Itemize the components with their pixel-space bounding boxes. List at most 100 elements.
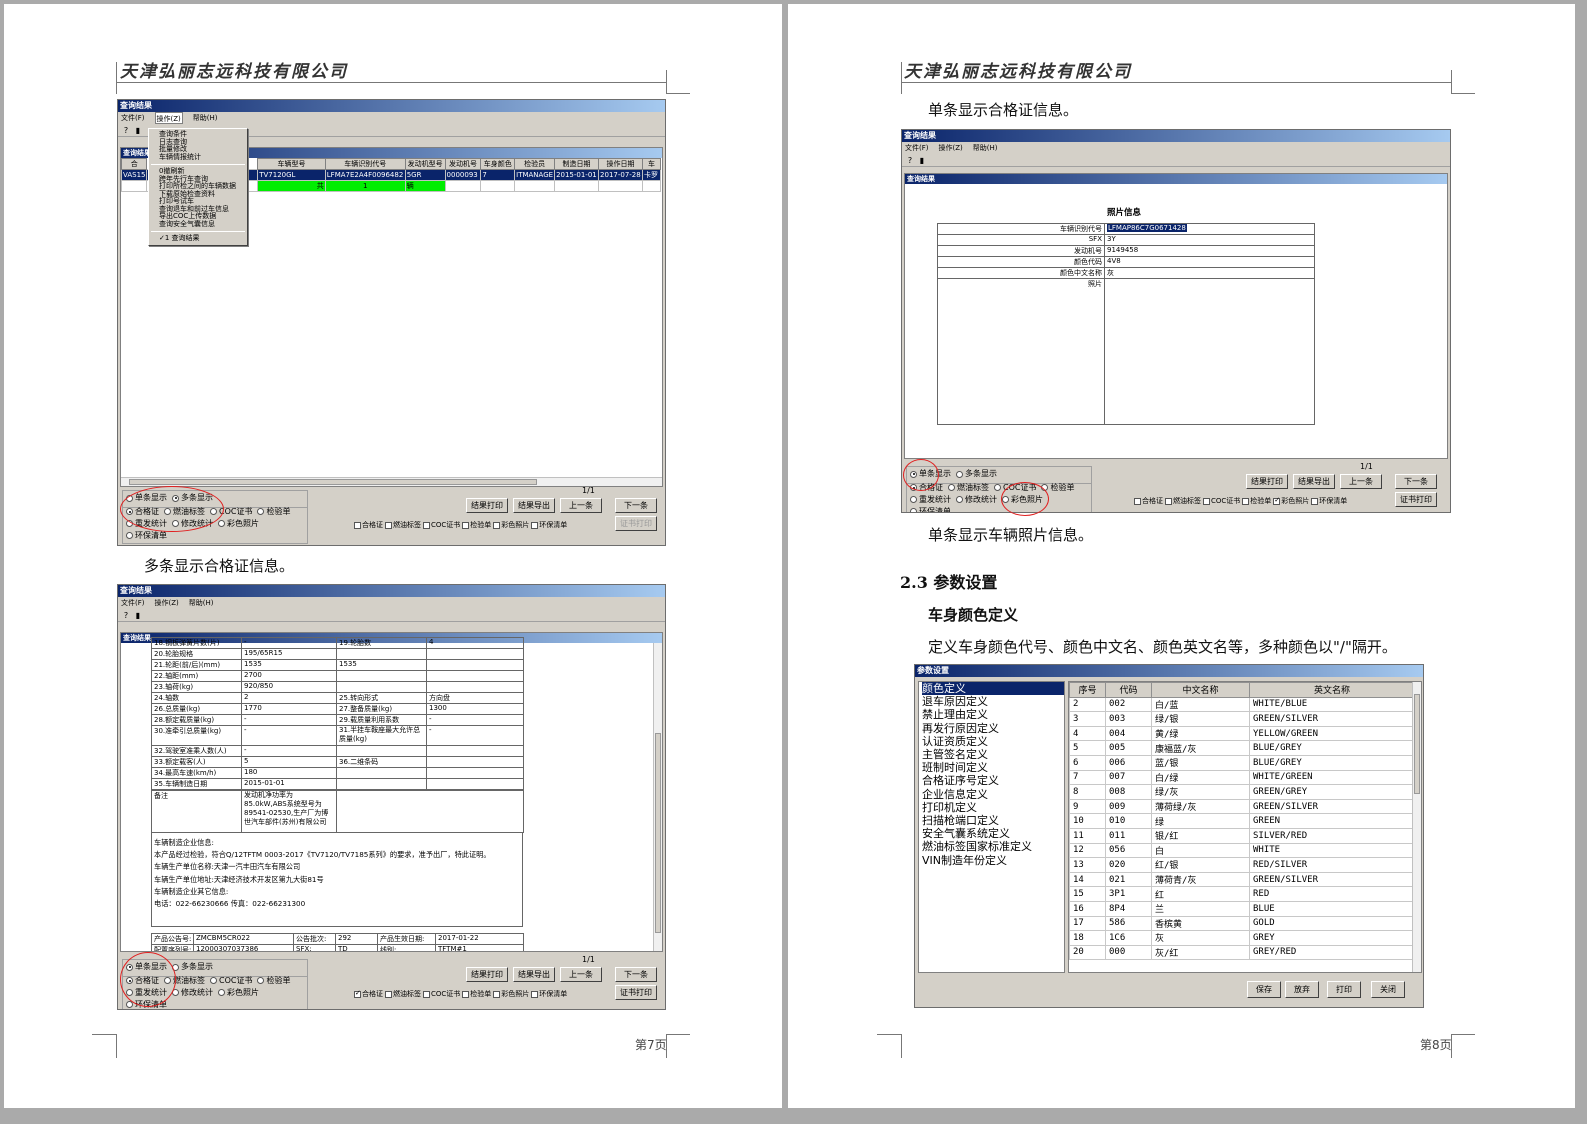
certificate-print-button[interactable]: 证书打印 (615, 516, 657, 531)
color-cell[interactable]: 003 (1105, 711, 1152, 727)
vin-selected[interactable]: LFMAP86C7G0671428 (1107, 224, 1187, 232)
color-cell[interactable]: 008 (1105, 784, 1152, 800)
color-cell[interactable]: 9 (1069, 798, 1106, 815)
certificate-type-radio[interactable]: 修改统计 (956, 494, 997, 505)
print-option-checkbox[interactable]: 燃油标签 (1165, 496, 1201, 506)
grid-cell[interactable]: 2017-07-28 (598, 169, 643, 181)
menu-operation[interactable]: 操作(Z) (939, 142, 963, 154)
menu-operation[interactable]: 操作(Z) (155, 597, 179, 609)
color-cell[interactable]: 8 (1069, 784, 1106, 800)
column-header[interactable]: 序号 (1069, 682, 1106, 698)
vertical-scrollbar[interactable] (1412, 682, 1421, 972)
print-option-checkbox[interactable]: 合格证 (354, 520, 383, 530)
color-cell[interactable]: 5 (1069, 740, 1106, 756)
color-cell[interactable]: 586 (1105, 915, 1152, 932)
column-header[interactable]: 发动机型号 (404, 158, 446, 170)
print-option-checkbox[interactable]: COC证书 (423, 520, 460, 530)
color-cell[interactable]: 011 (1105, 827, 1152, 844)
color-cell[interactable]: 7 (1069, 769, 1106, 786)
column-header[interactable]: 中文名称 (1151, 682, 1250, 698)
certificate-type-radio[interactable]: 环保清单 (910, 506, 951, 512)
color-cell[interactable]: RED (1249, 886, 1415, 902)
color-cell[interactable]: 009 (1105, 798, 1152, 815)
color-cell[interactable]: GOLD (1249, 915, 1415, 932)
color-cell[interactable]: 18 (1069, 930, 1106, 946)
close-button[interactable]: 关闭 (1371, 981, 1405, 998)
print-option-checkbox[interactable]: 燃油标签 (385, 989, 421, 999)
color-cell[interactable]: 14 (1069, 871, 1106, 888)
color-cell[interactable]: GREEN (1249, 813, 1415, 829)
color-cell[interactable]: GREEN/GREY (1249, 784, 1415, 800)
color-cell[interactable]: 1C6 (1105, 930, 1152, 946)
color-cell[interactable]: 康福蓝/灰 (1151, 740, 1250, 756)
settings-menu-item[interactable]: 班制时间定义 (922, 761, 1064, 774)
color-cell[interactable]: 6 (1069, 754, 1106, 771)
color-cell[interactable]: GREEN/SILVER (1249, 711, 1415, 727)
color-cell[interactable]: 绿/灰 (1151, 784, 1250, 800)
print-option-checkbox[interactable]: 检验单 (462, 520, 491, 530)
color-cell[interactable]: 17 (1069, 915, 1106, 932)
export-results-button[interactable]: 结果导出 (513, 498, 555, 513)
color-row[interactable]: 6 006 蓝/银 BLUE/GREY (1069, 754, 1415, 771)
field-value[interactable]: 灰 (1104, 266, 1315, 279)
color-row[interactable]: 16 8P4 兰 BLUE (1069, 900, 1415, 917)
color-cell[interactable]: 006 (1105, 754, 1152, 771)
settings-menu-item[interactable]: 认证资质定义 (922, 735, 1064, 748)
menu-help[interactable]: 帮助(H) (973, 142, 998, 154)
color-cell[interactable]: 灰 (1151, 930, 1250, 946)
previous-button[interactable]: 上一条 (1340, 474, 1382, 489)
next-button[interactable]: 下一条 (1395, 474, 1437, 489)
column-header[interactable]: 英文名称 (1249, 682, 1415, 698)
color-cell[interactable]: 银/红 (1151, 827, 1250, 844)
settings-menu-item[interactable]: 打印机定义 (922, 801, 1064, 814)
settings-menu-item[interactable]: 安全气囊系统定义 (922, 827, 1064, 840)
certificate-type-radio[interactable]: 彩色照片 (218, 518, 259, 529)
color-cell[interactable]: 黄/绿 (1151, 725, 1250, 742)
color-cell[interactable]: RED/SILVER (1249, 857, 1415, 873)
color-cell[interactable]: GREEN/SILVER (1249, 871, 1415, 888)
color-cell[interactable]: 021 (1105, 871, 1152, 888)
color-row[interactable]: 17 586 香槟黄 GOLD (1069, 915, 1415, 932)
print-option-checkbox[interactable]: 检验单 (1242, 496, 1271, 506)
color-cell[interactable]: 红/银 (1151, 857, 1250, 873)
settings-menu-item[interactable]: 企业信息定义 (922, 788, 1064, 801)
color-cell[interactable]: 白 (1151, 842, 1250, 859)
column-header[interactable]: 车 (642, 158, 661, 170)
color-cell[interactable]: 香槟黄 (1151, 915, 1250, 932)
menu-operation[interactable]: 操作(Z) (154, 112, 183, 124)
color-cell[interactable]: 绿 (1151, 813, 1250, 829)
column-header[interactable]: 车辆识别代号 (324, 158, 406, 170)
color-row[interactable]: 8 008 绿/灰 GREEN/GREY (1069, 784, 1415, 800)
field-value[interactable]: LFMAP86C7G0671428 (1104, 223, 1315, 235)
export-results-button[interactable]: 结果导出 (1293, 474, 1335, 489)
color-cell[interactable]: 002 (1105, 696, 1152, 713)
settings-menu-item[interactable]: 再发行原因定义 (922, 722, 1064, 735)
certificate-type-radio[interactable]: COC证书 (210, 975, 252, 986)
color-cell[interactable]: 灰/红 (1151, 944, 1250, 961)
grid-cell[interactable]: 0000093 (444, 169, 482, 181)
previous-button[interactable]: 上一条 (560, 967, 602, 982)
exit-icon[interactable]: ▮ (917, 155, 927, 165)
color-row[interactable]: 7 007 白/绿 WHITE/GREEN (1069, 769, 1415, 786)
column-header[interactable]: 合 (121, 158, 148, 170)
color-cell[interactable]: 3P1 (1105, 886, 1152, 902)
color-cell[interactable]: GREEN/SILVER (1249, 798, 1415, 815)
settings-menu-item[interactable]: 主管签名定义 (922, 748, 1064, 761)
color-row[interactable]: 2 002 白/蓝 WHITE/BLUE (1069, 696, 1415, 713)
color-cell[interactable]: 4 (1069, 725, 1106, 742)
grid-cell[interactable]: 5GR (404, 169, 446, 181)
color-cell[interactable]: 蓝/银 (1151, 754, 1250, 771)
color-cell[interactable]: BLUE/GREY (1249, 754, 1415, 771)
color-cell[interactable]: GREY (1249, 930, 1415, 946)
color-row[interactable]: 15 3P1 红 RED (1069, 886, 1415, 902)
color-cell[interactable]: 20 (1069, 944, 1106, 961)
color-cell[interactable]: YELLOW/GREEN (1249, 725, 1415, 742)
grid-cell[interactable]: LFMA7E2A4F0096482 (324, 169, 406, 181)
print-option-checkbox[interactable]: 合格证 (1134, 496, 1163, 506)
certificate-type-radio[interactable]: 燃油标签 (948, 482, 989, 493)
color-row[interactable]: 9 009 薄荷绿/灰 GREEN/SILVER (1069, 798, 1415, 815)
help-icon[interactable]: ? (121, 610, 131, 620)
color-row[interactable]: 13 020 红/银 RED/SILVER (1069, 857, 1415, 873)
column-header[interactable]: 制造日期 (554, 158, 600, 170)
column-header[interactable]: 发动机号 (444, 158, 482, 170)
